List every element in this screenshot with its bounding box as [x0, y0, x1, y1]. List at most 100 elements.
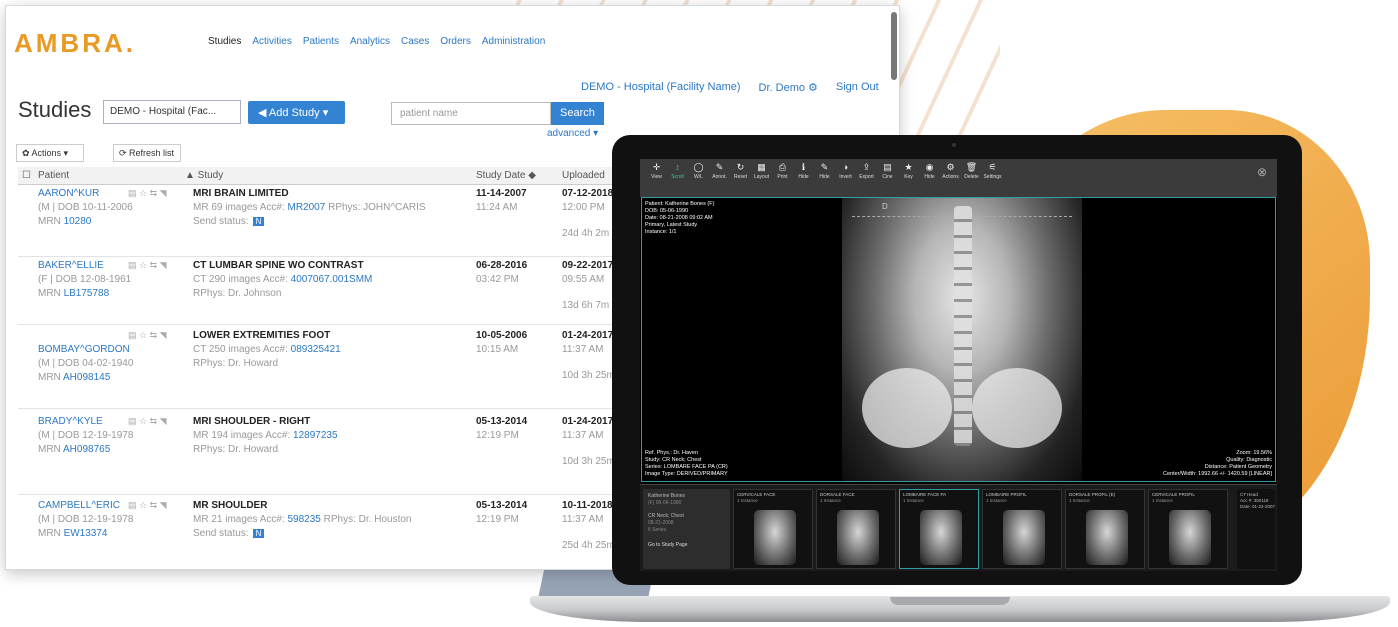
header-study-date[interactable]: Study Date ◆ [476, 170, 536, 181]
hide-info-tool[interactable]: ℹ Hide [793, 162, 814, 197]
pencil-icon: ✎ [820, 162, 829, 172]
uploaded-date: 07-12-2018 [562, 188, 614, 199]
header-patient[interactable]: Patient [38, 170, 69, 181]
spine [954, 206, 972, 446]
ambra-logo: AMBRA. [14, 28, 136, 58]
view-tool[interactable]: ✛ View [646, 162, 667, 197]
annotate-tool[interactable]: ✎ Annot. [709, 162, 730, 197]
status-badge: N [252, 529, 265, 538]
signout-link[interactable]: Sign Out [836, 81, 879, 94]
patient-mrn: MRN LB175788 [38, 288, 110, 299]
reset-icon: ↻ [736, 162, 745, 172]
actions-dropdown[interactable]: ✿ Actions ▾ [16, 144, 84, 162]
row-icons[interactable]: ▤ ☆ ⇆ ◥ [128, 330, 167, 341]
facility-select[interactable]: DEMO - Hospital (Fac... [103, 100, 241, 124]
close-icon[interactable]: ⊗ [1257, 165, 1267, 179]
patient-dob: (F | DOB 12-08-1961 [38, 274, 132, 285]
row-icons[interactable]: ▤ ☆ ⇆ ◥ [128, 500, 167, 511]
series-thumb[interactable]: CERVICALE FACE 1 Instance [733, 489, 813, 569]
nav-studies[interactable]: Studies [208, 36, 241, 47]
study-description[interactable]: LOWER EXTREMITIES FOOT [193, 330, 330, 341]
study-description[interactable]: CT LUMBAR SPINE WO CONTRAST [193, 260, 364, 271]
nav-activities[interactable]: Activities [252, 36, 291, 47]
study-description[interactable]: MR SHOULDER [193, 500, 267, 511]
image-viewport[interactable]: D Patient: Katherine Bones (F) DOB: 05-0… [641, 197, 1276, 482]
settings-tool[interactable]: ⚟ Settings [982, 162, 1003, 197]
print-icon: ⎙ [778, 162, 787, 172]
patient-dob: (M | DOB 12-19-1978 [38, 514, 134, 525]
print-tool[interactable]: ⎙ Print [772, 162, 793, 197]
uploaded-time: 12:00 PM [562, 202, 605, 213]
add-study-button[interactable]: ◀ Add Study ▾ [248, 101, 345, 124]
row-icons[interactable]: ▤ ☆ ⇆ ◥ [128, 416, 167, 427]
search-button[interactable]: Search [551, 102, 604, 125]
advanced-search-link[interactable]: advanced ▾ [547, 128, 598, 139]
pencil-icon: ✎ [715, 162, 724, 172]
nav-patients[interactable]: Patients [303, 36, 339, 47]
patient-name[interactable]: BOMBAY^GORDON [38, 344, 130, 355]
nav-cases[interactable]: Cases [401, 36, 429, 47]
nav-administration[interactable]: Administration [482, 36, 545, 47]
referring-physician: RPhys: Dr. Howard [193, 358, 279, 369]
scroll-tool[interactable]: ↕ Scroll [667, 162, 688, 197]
upload-duration: 13d 6h 7m [562, 300, 610, 311]
reset-tool[interactable]: ↻ Reset [730, 162, 751, 197]
invert-tool[interactable]: ◑ Invert [835, 162, 856, 197]
uploaded-date: 09-22-2017 [562, 260, 614, 271]
study-time: 10:15 AM [476, 344, 519, 355]
patient-name[interactable]: BRADY^KYLE [38, 416, 103, 427]
share-icon: ⚟ [988, 162, 997, 172]
study-date: 10-05-2006 [476, 330, 528, 341]
row-icons[interactable]: ▤ ☆ ⇆ ◥ [128, 260, 167, 271]
patient-overlay: Patient: Katherine Bones (F) DOB: 05-06-… [645, 201, 715, 235]
layout-tool[interactable]: ▦ Layout [751, 162, 772, 197]
go-to-study-link[interactable]: Go to Study Page [648, 542, 725, 549]
patient-name[interactable]: CAMPBELL^ERIC [38, 500, 120, 511]
key-image-tool[interactable]: ★ Key [898, 162, 919, 197]
nav-orders[interactable]: Orders [440, 36, 471, 47]
export-tool[interactable]: ⇪ Export [856, 162, 877, 197]
scrollbar[interactable] [891, 12, 897, 80]
scroll-icon: ↕ [675, 162, 680, 172]
user-menu[interactable]: Dr. Demo ⚙ [759, 81, 818, 94]
row-icons[interactable]: ▤ ☆ ⇆ ◥ [128, 188, 167, 199]
delete-tool[interactable]: 🗑 Delete [961, 162, 982, 197]
study-time: 03:42 PM [476, 274, 519, 285]
series-thumb[interactable]: LOMBAIRE PROFIL 1 Instance [982, 489, 1062, 569]
series-thumb[interactable]: DORSALE PROFIL (E) 1 Instance [1065, 489, 1145, 569]
patient-mrn: MRN AH098145 [38, 372, 111, 383]
cine-tool[interactable]: ▤ Cine [877, 162, 898, 197]
uploaded-time: 11:37 AM [562, 430, 604, 441]
hide-annotations-tool[interactable]: ✎ Hide [814, 162, 835, 197]
hide-tool[interactable]: ◉ Hide [919, 162, 940, 197]
series-thumb-selected[interactable]: LOMBAIRE FACE PA 1 Instance [899, 489, 979, 569]
study-time: 11:24 AM [476, 202, 518, 213]
window-level-tool[interactable]: ◯ W/L [688, 162, 709, 197]
invert-icon: ◑ [842, 162, 849, 172]
contrast-icon: ◯ [693, 162, 704, 172]
related-study-info[interactable]: CT Head Acc #: 350118 Date: 01-22-2007 [1237, 489, 1275, 569]
refresh-list-button[interactable]: ⟳ Refresh list [113, 144, 181, 162]
header-study[interactable]: ▲ Study [185, 170, 223, 181]
nav-analytics[interactable]: Analytics [350, 36, 390, 47]
patient-name[interactable]: AARON^KUR [38, 188, 99, 199]
series-thumb[interactable]: CERVICALE PROFIL 1 Instance [1148, 489, 1228, 569]
study-meta: MR 69 images Acc#: MR2007 RPhys: JOHN^CA… [193, 202, 426, 213]
actions-tool[interactable]: ⚙ Actions [940, 162, 961, 197]
header-checkbox[interactable]: ☐ [22, 170, 31, 181]
search-input[interactable]: patient name [391, 102, 551, 125]
laptop-frame: ✛ View ↕ Scroll ◯ W/L ✎ Annot. ↻ Reset ▦ Layou… [612, 135, 1302, 585]
gear-icon: ⚙ [946, 162, 955, 172]
uploaded-date: 01-24-2017 [562, 330, 614, 341]
uploaded-date: 10-11-2018 [562, 500, 613, 511]
study-description[interactable]: MRI BRAIN LIMITED [193, 188, 289, 199]
study-date: 06-28-2016 [476, 260, 528, 271]
series-thumb[interactable]: DORSALE FACE 1 Instance [816, 489, 896, 569]
thumb-icon: ◉ [925, 162, 934, 172]
xray-image: D [842, 198, 1082, 481]
uploaded-date: 01-24-2017 [562, 416, 614, 427]
study-description[interactable]: MRI SHOULDER - RIGHT [193, 416, 310, 427]
patient-name[interactable]: BAKER^ELLIE [38, 260, 104, 271]
facility-link[interactable]: DEMO - Hospital (Facility Name) [581, 81, 741, 94]
header-uploaded[interactable]: Uploaded [562, 170, 605, 181]
